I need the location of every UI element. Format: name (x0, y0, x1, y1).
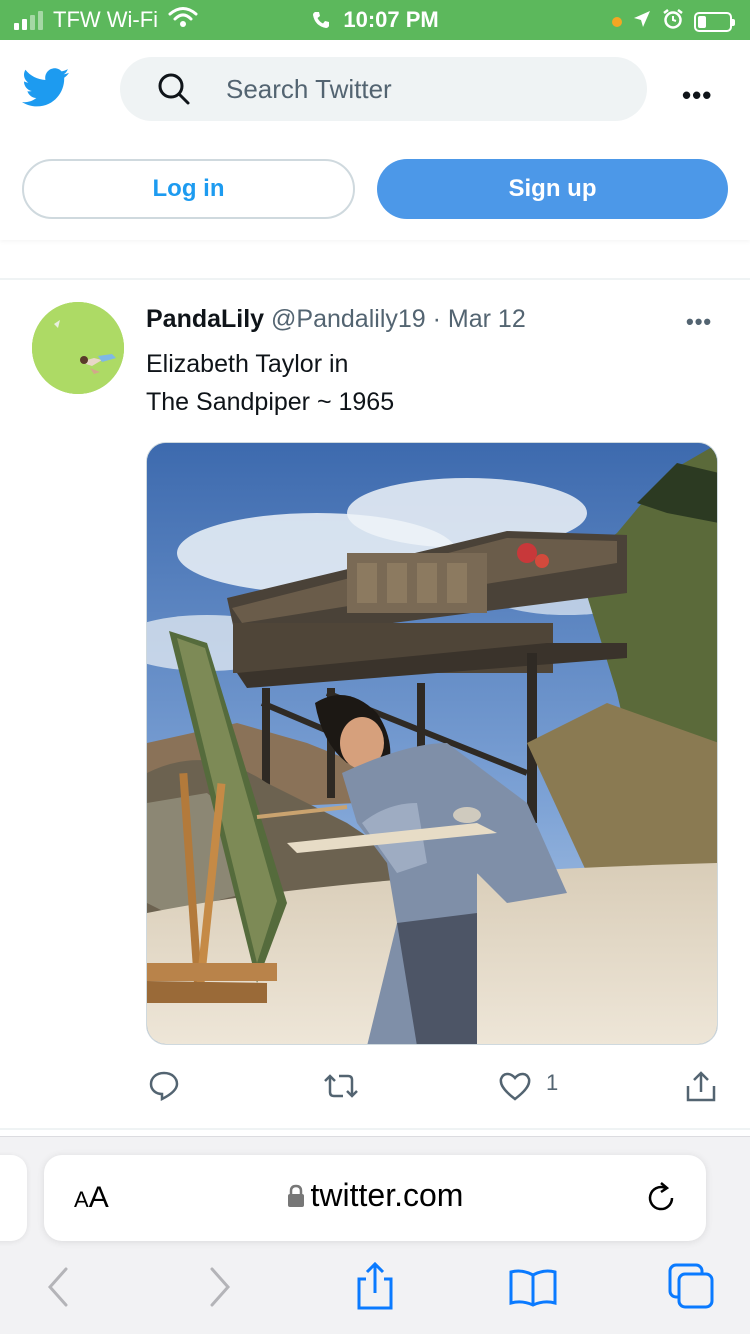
reload-icon[interactable] (644, 1181, 678, 1220)
signup-button[interactable]: Sign up (377, 159, 728, 219)
avatar[interactable] (32, 302, 124, 394)
header: ••• Log in Sign up (0, 40, 750, 240)
tweet-text-line: Elizabeth Taylor in (146, 350, 349, 378)
login-button[interactable]: Log in (22, 159, 355, 219)
more-horizontal-icon[interactable]: ••• (686, 309, 712, 335)
heart-icon[interactable] (498, 1070, 532, 1107)
book-icon[interactable] (508, 1267, 558, 1312)
lock-icon (287, 1179, 305, 1216)
address-bar[interactable]: AA twitter.com (44, 1155, 706, 1241)
time-label: 10:07 PM (343, 7, 439, 32)
status-right (612, 8, 735, 36)
search-box[interactable] (120, 57, 647, 121)
more-horizontal-icon[interactable]: ••• (682, 80, 712, 111)
tabs-icon[interactable] (668, 1263, 714, 1314)
tweet-header: PandaLily @Pandalily19 · Mar 12 (146, 305, 526, 334)
browser-bar: AA twitter.com (0, 1136, 750, 1334)
tweet-text-line: The Sandpiper ~ 1965 (146, 388, 395, 416)
author-name[interactable]: PandaLily (146, 305, 264, 333)
tweet-photo[interactable] (146, 442, 718, 1045)
alarm-icon (662, 8, 684, 36)
author-handle[interactable]: @Pandalily19 (271, 305, 426, 333)
share-icon[interactable] (684, 1070, 718, 1109)
separator-dot: · (432, 305, 441, 333)
recording-indicator-icon (612, 17, 622, 27)
tweet-actions: 1 (0, 1070, 750, 1110)
twitter-bird-icon[interactable] (22, 68, 70, 113)
tweet-text: Elizabeth Taylor in The Sandpiper ~ 1965 (146, 345, 706, 421)
search-icon (156, 71, 192, 112)
share-icon[interactable] (356, 1261, 394, 1316)
location-arrow-icon (632, 9, 652, 35)
chevron-right-icon[interactable] (208, 1267, 232, 1312)
previous-tab-card[interactable] (0, 1155, 27, 1241)
browser-toolbar (0, 1261, 750, 1317)
divider (0, 1128, 750, 1130)
url-text: twitter.com (310, 1177, 464, 1213)
status-bar: TFW Wi-Fi 10:07 PM (0, 0, 750, 40)
battery-icon (694, 12, 735, 32)
tweet-date[interactable]: Mar 12 (448, 305, 526, 333)
phone-icon (311, 7, 343, 32)
search-input[interactable] (226, 57, 626, 121)
url-display[interactable]: twitter.com (44, 1177, 706, 1216)
divider (0, 278, 750, 280)
like-count: 1 (546, 1070, 559, 1095)
chevron-left-icon[interactable] (46, 1267, 70, 1312)
reply-icon[interactable] (148, 1070, 180, 1107)
retweet-icon[interactable] (324, 1070, 358, 1107)
